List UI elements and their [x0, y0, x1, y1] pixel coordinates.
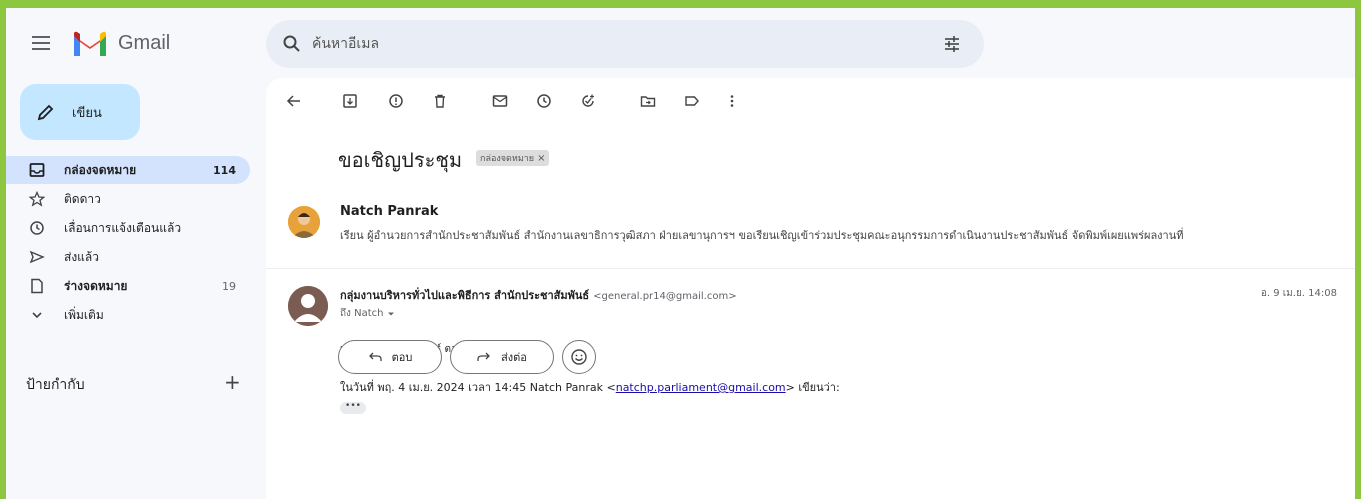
star-icon	[28, 190, 46, 208]
recipient-details[interactable]: ถึง Natch	[340, 306, 395, 321]
search-input[interactable]	[312, 34, 912, 54]
quote-suffix: > เขียนว่า:	[785, 381, 840, 394]
draft-count: 19	[222, 279, 236, 293]
compose-label: เขียน	[72, 105, 102, 121]
main-menu-icon[interactable]	[32, 36, 50, 50]
compose-button[interactable]: เขียน	[20, 84, 140, 140]
thread-subject: ขอเชิญประชุม	[338, 148, 463, 172]
sender-name: Natch Panrak	[340, 204, 439, 219]
divider	[266, 268, 1355, 269]
label-icon[interactable]	[682, 91, 702, 111]
archive-icon[interactable]	[340, 91, 360, 111]
message-date: อ. 9 เม.ย. 14:08	[1260, 288, 1337, 299]
sender-name: กลุ่มงานบริหารทั่วไปและพิธีการ สำนักประช…	[340, 286, 737, 304]
labels-heading: ป้ายกำกับ	[26, 377, 85, 393]
pencil-icon	[37, 104, 54, 121]
emoji-reaction-button[interactable]	[562, 340, 596, 374]
trash-icon[interactable]	[430, 91, 450, 111]
sender-display-name: กลุ่มงานบริหารทั่วไปและพิธีการ สำนักประช…	[340, 289, 590, 302]
back-arrow-icon[interactable]	[284, 91, 304, 111]
show-trimmed-content-button[interactable]: •••	[340, 402, 366, 414]
gmail-logo-icon[interactable]	[72, 30, 108, 58]
inbox-label-chip[interactable]: กล่องจดหมาย ×	[476, 150, 550, 166]
quote-prefix: ในวันที่ พฤ. 4 เม.ย. 2024 เวลา 14:45 Nat…	[340, 381, 616, 394]
sidebar-nav: กล่องจดหมาย 114 ติดดาว เลื่อนการแจ้งเตือ…	[6, 156, 256, 330]
sidebar-item-label: เพิ่มเติม	[64, 307, 104, 322]
sidebar-item-label: ส่งแล้ว	[64, 249, 100, 264]
sidebar-item-inbox[interactable]: กล่องจดหมาย 114	[6, 156, 250, 184]
report-spam-icon[interactable]	[386, 91, 406, 111]
snooze-icon[interactable]	[534, 91, 554, 111]
app-name: Gmail	[118, 32, 171, 54]
move-to-folder-icon[interactable]	[638, 91, 658, 111]
top-bar: Gmail	[6, 8, 1355, 78]
message-snippet: เรียน ผู้อำนวยการสำนักประชาสัมพันธ์ สำนั…	[340, 229, 1184, 242]
smiley-icon	[571, 349, 587, 365]
caret-down-icon	[388, 312, 395, 315]
reply-label: ตอบ	[391, 351, 413, 364]
chevron-down-icon	[28, 306, 46, 324]
avatar	[288, 206, 320, 238]
forward-label: ส่งต่อ	[501, 351, 527, 364]
avatar	[288, 286, 328, 326]
sidebar-item-more[interactable]: เพิ่มเติม	[6, 301, 250, 329]
collapsed-message[interactable]: Natch Panrak เรียน ผู้อำนวยการสำนักประชา…	[266, 196, 1355, 266]
forward-icon	[477, 352, 490, 361]
sidebar-item-sent[interactable]: ส่งแล้ว	[6, 243, 250, 271]
search-icon[interactable]	[282, 34, 302, 54]
quoted-header: ในวันที่ พฤ. 4 เม.ย. 2024 เวลา 14:45 Nat…	[340, 378, 840, 396]
sidebar-item-drafts[interactable]: ร่างจดหมาย 19	[6, 272, 250, 300]
sidebar-item-starred[interactable]: ติดดาว	[6, 185, 250, 213]
mark-unread-icon[interactable]	[490, 91, 510, 111]
sidebar-item-snoozed[interactable]: เลื่อนการแจ้งเตือนแล้ว	[6, 214, 250, 242]
reply-icon	[368, 352, 382, 361]
more-vert-icon[interactable]	[722, 91, 742, 111]
sidebar-item-label: กล่องจดหมาย	[64, 162, 137, 177]
search-options-icon[interactable]	[942, 34, 962, 54]
remove-label-button[interactable]: ×	[537, 153, 545, 164]
add-label-button[interactable]: +	[224, 370, 241, 394]
reply-button[interactable]: ตอบ	[338, 340, 442, 374]
gmail-window: Gmail เขียน ก	[6, 8, 1355, 499]
draft-icon	[28, 277, 46, 295]
clock-icon	[28, 219, 46, 237]
sender-email: <general.pr14@gmail.com>	[593, 291, 737, 302]
inbox-icon	[28, 161, 46, 179]
message-toolbar	[266, 78, 1355, 124]
unread-count: 114	[213, 163, 236, 177]
forward-button[interactable]: ส่งต่อ	[450, 340, 554, 374]
sidebar-item-label: ติดดาว	[64, 191, 101, 206]
message-panel: ขอเชิญประชุม กล่องจดหมาย × Natch Panrak …	[266, 78, 1355, 499]
sidebar-item-label: ร่างจดหมาย	[64, 278, 128, 293]
recipient-label: ถึง Natch	[340, 308, 384, 319]
search-bar	[266, 20, 984, 68]
chip-label: กล่องจดหมาย	[480, 154, 535, 164]
email-link[interactable]: natchp.parliament@gmail.com	[616, 381, 786, 394]
sidebar-item-label: เลื่อนการแจ้งเตือนแล้ว	[64, 220, 182, 235]
add-to-tasks-icon[interactable]	[578, 91, 598, 111]
send-icon	[28, 248, 46, 266]
